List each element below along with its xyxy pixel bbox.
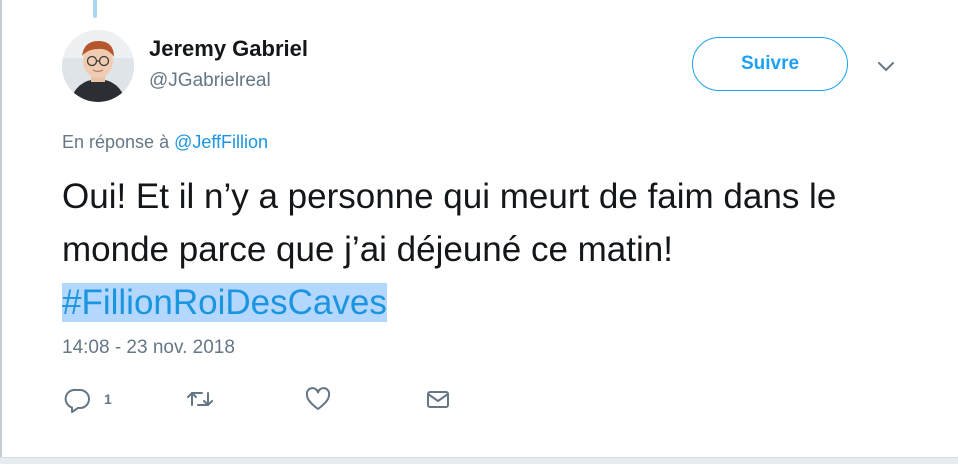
user-handle[interactable]: @JGabrielreal [149,70,271,92]
hashtag-link[interactable]: #FillionRoiDesCaves [62,283,387,322]
reply-mention-link[interactable]: @JeffFillion [174,132,268,152]
tweet-timestamp[interactable]: 14:08 - 23 nov. 2018 [62,337,235,359]
like-button[interactable] [304,385,332,413]
heart-icon [305,387,331,410]
avatar[interactable] [62,30,134,102]
retweet-button[interactable] [186,385,214,413]
reply-context: En réponse à @JeffFillion [62,132,268,153]
user-display-name[interactable]: Jeremy Gabriel [149,36,308,62]
envelope-icon [427,391,449,408]
thread-connector-line [93,0,97,18]
left-edge-border [0,0,2,464]
tweet-text: Oui! Et il n’y a personne qui meurt de f… [62,170,892,329]
follow-button[interactable]: Suivre [692,37,848,91]
reply-count: 1 [104,391,112,407]
retweet-icon [187,392,213,406]
reply-button[interactable]: 1 [64,385,112,413]
avatar-photo [62,30,134,102]
bottom-divider [0,457,958,464]
reply-icon [64,388,90,413]
chevron-down-icon[interactable] [876,56,896,76]
direct-message-button[interactable] [424,385,452,413]
tweet-body: Oui! Et il n’y a personne qui meurt de f… [62,177,837,269]
reply-prefix: En réponse à [62,132,170,152]
